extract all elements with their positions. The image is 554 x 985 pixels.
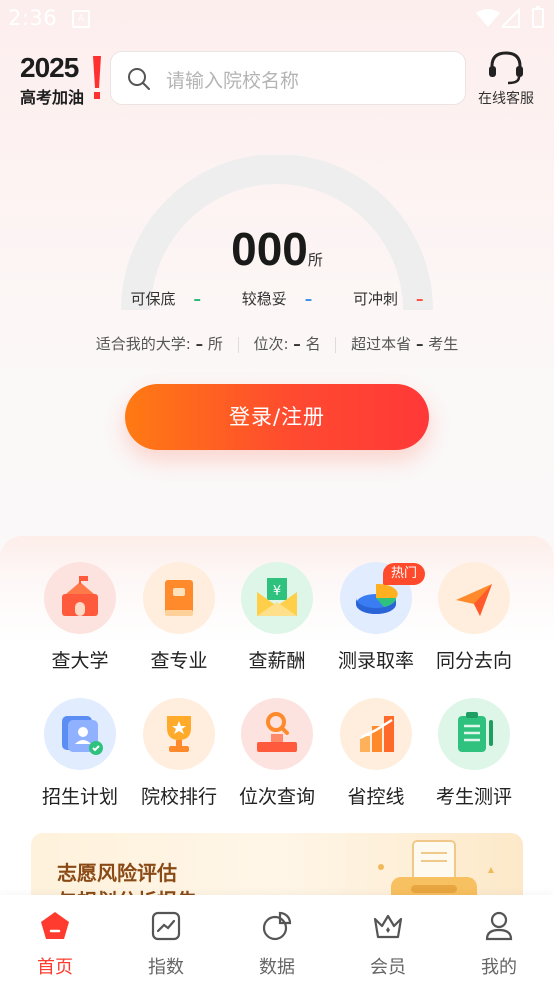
feature-label: 院校排行 (140, 786, 217, 808)
legend-stable: 较稳妥 – (241, 290, 313, 308)
feature-label: 查大学 (51, 650, 109, 672)
score-value: 000 (231, 223, 308, 275)
headset-icon (489, 51, 523, 85)
tab-label: 首页 (37, 957, 73, 978)
crown-icon (373, 914, 403, 939)
search-placeholder: 请输入院校名称 (166, 70, 300, 92)
feature-provincial-line[interactable]: 省控线 (326, 698, 426, 809)
school-building-icon (44, 562, 116, 634)
tab-home[interactable]: 首页 (0, 909, 110, 979)
status-bar: 2:36 A (0, 0, 554, 36)
score-display: 000所 (0, 222, 554, 276)
search-input[interactable]: 请输入院校名称 (110, 51, 466, 105)
logo-year: 2025 (20, 52, 79, 83)
tab-label: 指数 (148, 957, 184, 978)
tab-label: 数据 (259, 957, 295, 978)
feature-find-major[interactable]: 查专业 (129, 562, 229, 673)
feature-rank-query[interactable]: 位次查询 (227, 698, 327, 809)
svg-text:¥: ¥ (273, 584, 281, 599)
tab-label: 我的 (481, 957, 517, 978)
customer-service-label: 在线客服 (478, 91, 534, 107)
feature-find-salary[interactable]: ¥ 查薪酬 (227, 562, 327, 673)
legend-reach: 可冲刺 – (353, 290, 424, 308)
tab-label: 会员 (370, 957, 406, 978)
exclamation-mark-icon (93, 56, 101, 99)
tab-data[interactable]: 数据 (222, 909, 332, 979)
search-icon (128, 68, 150, 90)
feature-student-assessment[interactable]: 考生测评 (424, 698, 524, 809)
signal-icon (502, 8, 520, 28)
customer-service-button[interactable]: 在线客服 (466, 50, 546, 110)
stat-rank: 位次: – 名 (253, 335, 321, 353)
feature-university-ranking[interactable]: 院校排行 (129, 698, 229, 809)
score-legend: 可保底 – 较稳妥 – 可冲刺 – (0, 288, 554, 309)
book-icon (143, 562, 215, 634)
paper-plane-icon (438, 562, 510, 634)
feature-label: 招生计划 (41, 786, 118, 808)
banner-title-line1: 志愿风险评估 (57, 861, 177, 885)
money-envelope-icon: ¥ (241, 562, 313, 634)
stat-suitable: 适合我的大学: – 所 (95, 335, 223, 353)
bar-growth-icon (340, 698, 412, 770)
legend-safe: 可保底 – (130, 290, 201, 308)
score-unit: 所 (307, 251, 323, 269)
logo-slogan: 高考加油 (20, 88, 85, 107)
status-time: 2:36 (8, 6, 58, 30)
user-icon (485, 911, 513, 941)
login-register-button[interactable]: 登录/注册 (125, 384, 429, 450)
home-pentagon-icon (41, 912, 69, 939)
profile-card-icon (44, 698, 116, 770)
clipboard-icon (438, 698, 510, 770)
tab-member[interactable]: 会员 (333, 909, 443, 979)
feature-label: 同分去向 (435, 650, 512, 672)
stat-exceed: 超过本省 – 考生 (351, 335, 459, 353)
trend-chart-icon (151, 911, 181, 941)
feature-same-score[interactable]: 同分去向 (424, 562, 524, 673)
feature-label: 测录取率 (337, 650, 414, 672)
feature-enrollment-plan[interactable]: 招生计划 (30, 698, 130, 809)
feature-label: 位次查询 (238, 786, 315, 808)
score-stats: 适合我的大学: – 所 位次: – 名 超过本省 – 考生 (0, 333, 554, 354)
sim-icon: A (72, 10, 90, 28)
feature-label: 考生测评 (435, 786, 512, 808)
feature-label: 查专业 (150, 650, 208, 672)
data-pie-icon (262, 911, 292, 941)
tab-index[interactable]: 指数 (111, 909, 221, 979)
bottom-tab-bar: 首页 指数 数据 会员 我的 (0, 895, 554, 985)
feature-find-university[interactable]: 查大学 (30, 562, 130, 673)
trophy-icon (143, 698, 215, 770)
feature-label: 省控线 (347, 786, 405, 808)
hot-badge: 热门 (383, 563, 425, 585)
wifi-icon (476, 9, 500, 27)
logo: 2025 高考加油 (20, 52, 110, 107)
battery-icon (532, 6, 544, 28)
tab-profile[interactable]: 我的 (444, 909, 554, 979)
magnifier-rank-icon (241, 698, 313, 770)
feature-label: 查薪酬 (248, 650, 306, 672)
